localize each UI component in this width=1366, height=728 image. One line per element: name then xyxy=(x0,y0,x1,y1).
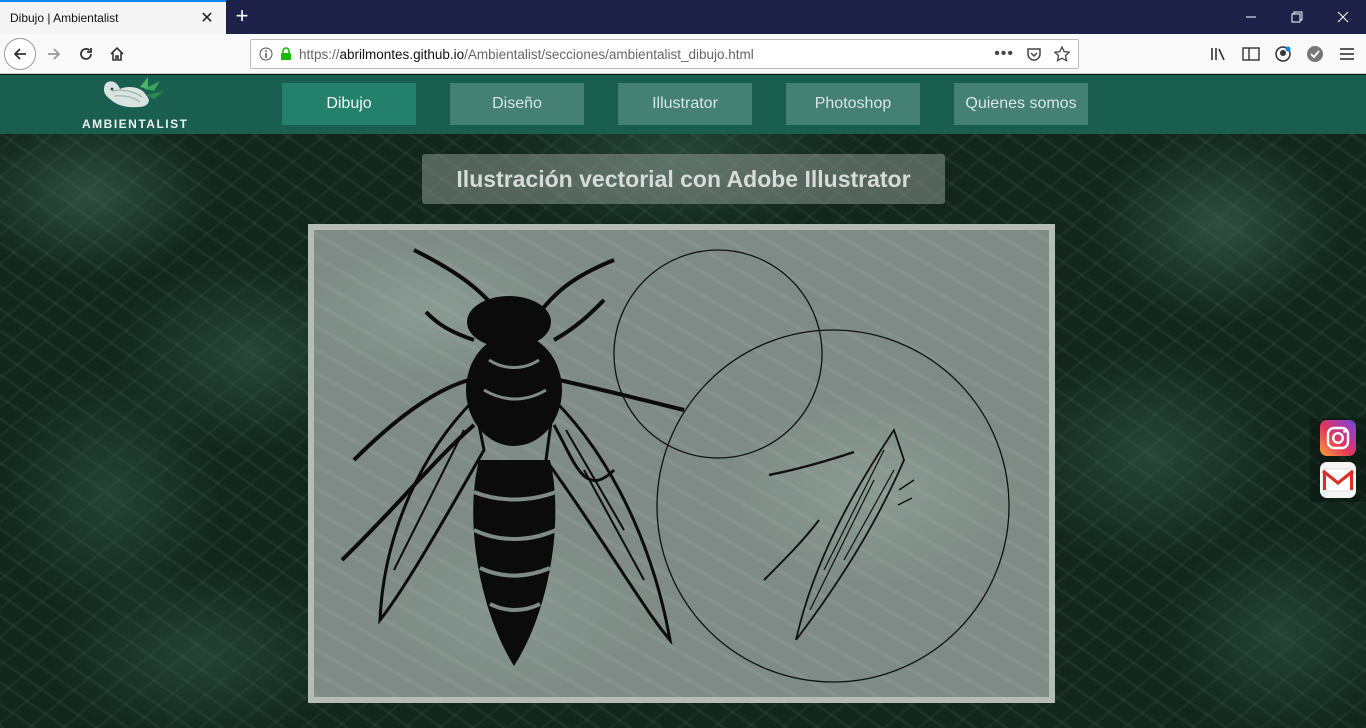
close-tab-icon[interactable]: ✕ xyxy=(198,8,216,28)
new-tab-button[interactable]: + xyxy=(230,4,254,28)
url-actions: ••• xyxy=(994,45,1070,63)
instagram-link[interactable] xyxy=(1320,420,1356,456)
account-icon[interactable] xyxy=(1272,43,1294,65)
back-button[interactable] xyxy=(4,38,36,70)
restore-icon xyxy=(1291,11,1303,23)
wasp-drawing xyxy=(340,248,685,666)
url-prefix: https:// xyxy=(299,46,340,62)
arrow-right-icon xyxy=(48,48,61,60)
logo-text: AMBIENTALIST xyxy=(82,117,189,131)
toolbar-right xyxy=(1208,38,1358,70)
reload-icon xyxy=(80,48,92,60)
minimize-button[interactable] xyxy=(1228,0,1274,34)
home-icon xyxy=(110,46,124,61)
minimize-icon xyxy=(1246,16,1256,18)
library-icon[interactable] xyxy=(1208,43,1230,65)
home-button[interactable] xyxy=(101,38,133,70)
menu-item-dibujo[interactable]: Dibujo xyxy=(282,83,416,125)
hamburger-menu-icon[interactable] xyxy=(1336,43,1358,65)
menu-item-quienes-somos[interactable]: Quienes somos xyxy=(954,83,1088,125)
instagram-icon xyxy=(1326,426,1350,450)
section-title: Ilustración vectorial con Adobe Illustra… xyxy=(456,165,911,192)
tab-strip: Dibujo | Ambientalist ✕ + xyxy=(0,0,1366,34)
gmail-icon xyxy=(1322,468,1354,492)
page-content: AMBIENTALIST Dibujo Diseño Illustrator P… xyxy=(0,75,1366,728)
menu-item-photoshop[interactable]: Photoshop xyxy=(786,83,920,125)
tab-title: Dibujo | Ambientalist xyxy=(10,11,119,25)
restore-button[interactable] xyxy=(1274,0,1320,34)
url-text[interactable]: https://abrilmontes.github.io/Ambientali… xyxy=(299,47,994,62)
address-bar[interactable]: https://abrilmontes.github.io/Ambientali… xyxy=(250,39,1079,69)
main-menu: Dibujo Diseño Illustrator Photoshop Quie… xyxy=(282,83,1088,125)
extension-icon[interactable] xyxy=(1304,43,1326,65)
info-icon[interactable] xyxy=(259,47,273,61)
menu-item-diseno[interactable]: Diseño xyxy=(450,83,584,125)
reload-button[interactable] xyxy=(70,38,102,70)
browser-tab[interactable]: Dibujo | Ambientalist ✕ xyxy=(0,0,226,34)
bookmark-star-icon[interactable] xyxy=(1054,46,1070,62)
forward-button[interactable] xyxy=(38,38,70,70)
wasp-illustration xyxy=(340,248,1010,683)
section-title-box: Ilustración vectorial con Adobe Illustra… xyxy=(422,154,945,204)
url-path: /Ambientalist/secciones/ambientalist_dib… xyxy=(464,46,754,62)
sidebar-icon[interactable] xyxy=(1240,43,1262,65)
social-links xyxy=(1310,418,1366,502)
arrow-left-icon xyxy=(13,48,26,60)
gmail-link[interactable] xyxy=(1320,462,1356,498)
site-header: AMBIENTALIST Dibujo Diseño Illustrator P… xyxy=(0,75,1366,134)
menu-item-illustrator[interactable]: Illustrator xyxy=(618,83,752,125)
large-circle-outline xyxy=(656,329,1010,683)
illustration-frame xyxy=(308,224,1055,703)
small-circle-outline xyxy=(613,249,823,459)
navigation-toolbar: https://abrilmontes.github.io/Ambientali… xyxy=(0,34,1366,74)
close-window-button[interactable] xyxy=(1320,0,1366,34)
wing-detail-drawing xyxy=(763,427,915,641)
armadillo-logo-icon xyxy=(103,77,164,108)
pocket-icon[interactable] xyxy=(1026,46,1042,62)
lock-icon xyxy=(281,47,291,60)
window-controls xyxy=(1228,0,1366,34)
page-actions-icon[interactable]: ••• xyxy=(994,45,1014,63)
url-host: abrilmontes.github.io xyxy=(339,46,465,62)
site-logo[interactable]: AMBIENTALIST xyxy=(82,77,189,133)
close-icon xyxy=(1337,11,1349,23)
